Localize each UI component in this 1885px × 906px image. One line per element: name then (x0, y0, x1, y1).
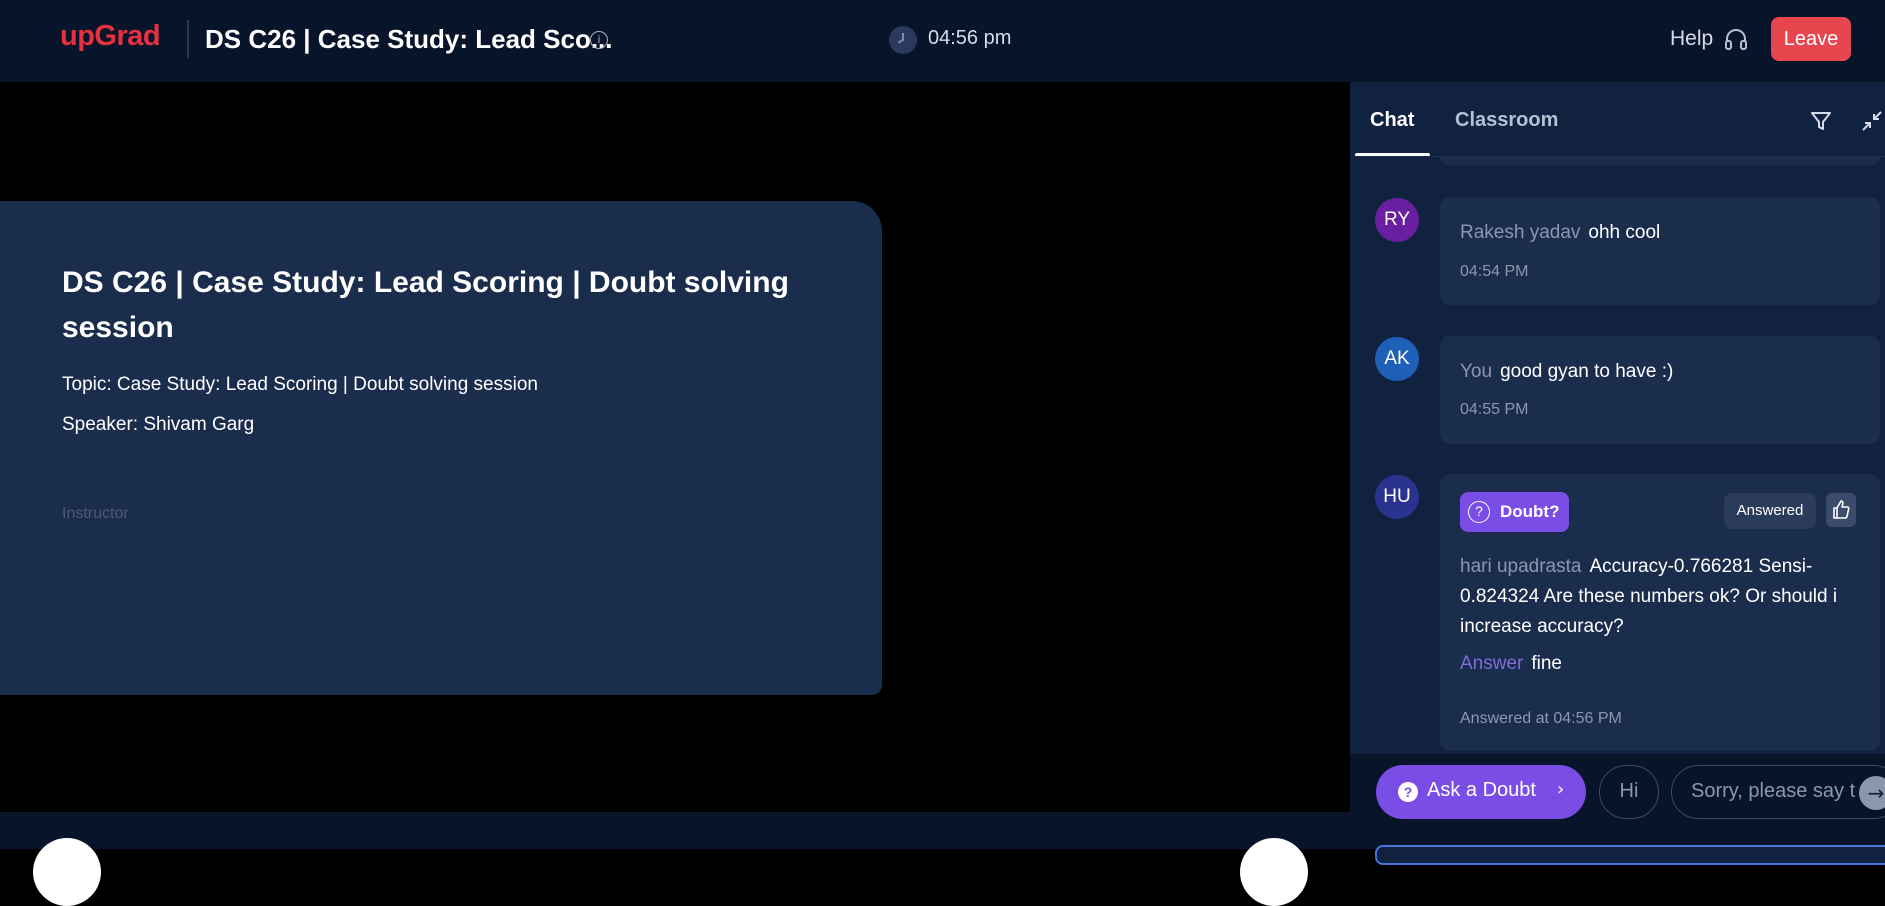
message-author: You (1460, 361, 1493, 382)
answer-text: fine (1531, 653, 1562, 674)
ask-doubt-label: Ask a Doubt (1427, 779, 1536, 801)
message-text: ohh cool (1588, 222, 1661, 243)
thumbs-up-icon[interactable] (1826, 493, 1856, 527)
clock-time: 04:56 pm (928, 27, 1012, 49)
avatar: AK (1375, 337, 1419, 381)
tab-classroom[interactable]: Classroom (1455, 109, 1558, 132)
arrow-right-icon[interactable]: → (1859, 776, 1885, 810)
message-line: You good gyan to have :) (1460, 357, 1673, 387)
tab-chat[interactable]: Chat (1370, 109, 1414, 132)
session-title: DS C26 | Case Study: Lead Sco... (205, 24, 613, 54)
chat-footer: ? Ask a Doubt › Hi Sorry, please say t → (1350, 754, 1885, 849)
chat-panel: Chat Classroom RY Rakesh yadav ohh cool 0… (1350, 82, 1885, 865)
answer-line: Answer fine (1460, 653, 1562, 675)
answer-label: Answer (1460, 653, 1524, 674)
collapse-icon[interactable] (1859, 108, 1885, 134)
ask-doubt-button[interactable]: ? Ask a Doubt › (1376, 765, 1586, 819)
card-role: Instructor (62, 505, 129, 522)
previous-message-edge (1440, 157, 1880, 165)
control-button-right[interactable] (1240, 838, 1308, 906)
doubt-tag-label: Doubt? (1500, 502, 1560, 521)
avatar: RY (1375, 198, 1419, 242)
message-time: 04:55 PM (1460, 401, 1529, 418)
card-topic: Topic: Case Study: Lead Scoring | Doubt … (62, 374, 538, 395)
card-speaker: Speaker: Shivam Garg (62, 414, 255, 435)
leave-button[interactable]: Leave (1771, 17, 1851, 61)
quick-reply-sorry[interactable]: Sorry, please say t (1671, 765, 1885, 819)
help-link[interactable]: Help (1670, 27, 1713, 51)
message-author: hari upadrasta (1460, 556, 1582, 577)
control-button-left[interactable] (33, 838, 101, 906)
chevron-right-icon: › (1557, 779, 1565, 800)
message-time: 04:54 PM (1460, 263, 1529, 280)
clock-icon (889, 26, 917, 54)
chat-message: Rakesh yadav ohh cool 04:54 PM (1440, 197, 1880, 305)
card-title: DS C26 | Case Study: Lead Scoring | Doub… (62, 266, 789, 344)
question-icon: ? (1468, 501, 1490, 523)
message-author: Rakesh yadav (1460, 222, 1581, 243)
headset-icon[interactable] (1724, 27, 1748, 53)
info-icon[interactable]: i (590, 31, 608, 49)
message-line: Rakesh yadav ohh cool (1460, 218, 1660, 248)
quick-reply-hi[interactable]: Hi (1599, 765, 1659, 819)
status-badge: Answered (1724, 493, 1816, 529)
video-controls-bar (0, 812, 1350, 849)
upgrad-logo[interactable]: upGrad (60, 20, 161, 53)
question-icon: ? (1398, 782, 1418, 802)
doubt-text: hari upadrasta Accuracy-0.766281 Sensi-0.… (1460, 552, 1860, 642)
doubt-tag: ? Doubt? (1460, 492, 1569, 532)
avatar: HU (1375, 475, 1419, 519)
chat-message: You good gyan to have :) 04:55 PM (1440, 336, 1880, 444)
header-divider (187, 20, 189, 58)
top-bar: upGrad DS C26 | Case Study: Lead Sco... … (0, 0, 1885, 82)
chat-input[interactable] (1375, 845, 1885, 865)
message-text: good gyan to have :) (1500, 361, 1674, 382)
doubt-message: ? Doubt? Answered hari upadrasta Accuracy… (1440, 474, 1880, 751)
filter-icon[interactable] (1808, 108, 1834, 134)
answered-time: Answered at 04:56 PM (1460, 710, 1622, 727)
